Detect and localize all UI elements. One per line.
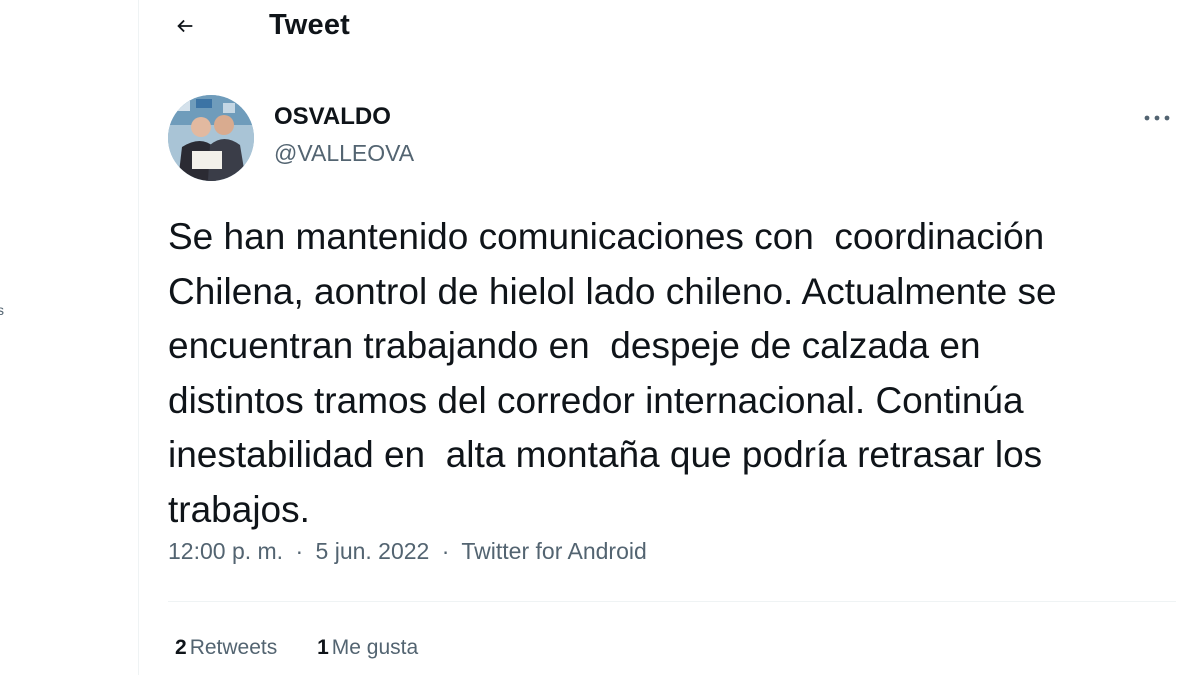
tweet-text: Se han mantenido comunicaciones con coor… [168, 216, 1057, 530]
tweet-page: s Tweet OSVALDO @VALLEOVA Se han manteni… [0, 0, 1200, 675]
tweet-metadata: 12:00 p. m. · 5 jun. 2022 · Twitter for … [168, 538, 647, 565]
retweets-stat[interactable]: 2 Retweets [175, 636, 277, 660]
arrow-left-icon [177, 19, 193, 33]
engagement-stats: 2 Retweets 1 Me gusta [175, 636, 452, 660]
likes-stat[interactable]: 1 Me gusta [317, 636, 418, 660]
tweet-time-link[interactable]: 12:00 p. m. [168, 538, 283, 564]
page-title: Tweet [269, 9, 351, 41]
divider [168, 601, 1176, 602]
author-handle[interactable]: @VALLEOVA [274, 140, 414, 167]
main-column: Tweet OSVALDO @VALLEOVA Se han mantenido… [138, 0, 1200, 675]
avatar[interactable] [168, 95, 254, 181]
sidebar-label-fragment: s [0, 302, 4, 318]
likes-count: 1 [317, 636, 329, 659]
back-button[interactable] [167, 8, 203, 44]
retweets-count: 2 [175, 636, 187, 659]
separator-dot: · [441, 538, 450, 564]
retweets-label: Retweets [189, 636, 278, 659]
separator-dot: · [295, 538, 304, 564]
more-options-button[interactable] [1135, 104, 1179, 132]
profile-photo-icon [168, 95, 254, 181]
tweet-source-link[interactable]: Twitter for Android [461, 538, 646, 564]
tweet-date-link[interactable]: 5 jun. 2022 [316, 538, 430, 564]
more-dots-icon [1144, 115, 1170, 121]
author-name[interactable]: OSVALDO [274, 103, 391, 131]
likes-label: Me gusta [331, 636, 419, 659]
left-sidebar: s [0, 0, 138, 675]
page-header: Tweet [139, 0, 1200, 56]
